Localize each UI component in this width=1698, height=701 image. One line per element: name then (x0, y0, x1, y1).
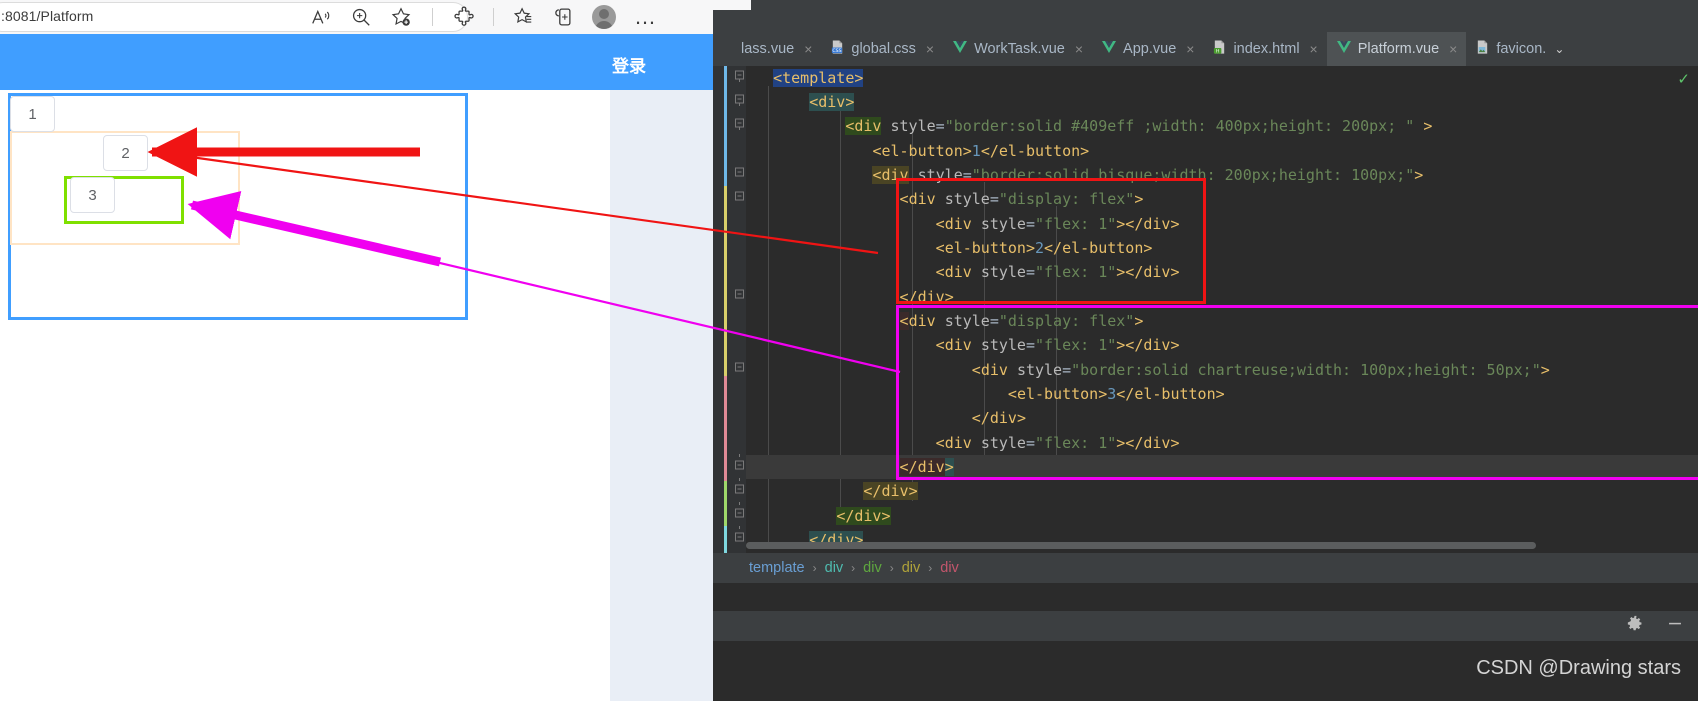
ide-top-strip (713, 0, 1698, 32)
fold-marker-column[interactable] (733, 66, 746, 553)
editor-tab-label: App.vue (1123, 41, 1177, 57)
code-line: <div> (809, 93, 855, 111)
svg-text:CSS: CSS (833, 48, 842, 54)
css-file-icon: CSS (830, 39, 845, 59)
login-link[interactable]: 登录 (612, 52, 646, 77)
image-file-icon (1475, 39, 1490, 59)
breadcrumb-item-div-3[interactable]: div (902, 560, 921, 576)
breadcrumb-separator: › (851, 561, 856, 575)
code-line: </div> (863, 482, 918, 500)
close-icon[interactable]: × (926, 41, 934, 57)
favorites-icon[interactable] (512, 6, 534, 28)
read-aloud-icon[interactable] (310, 6, 332, 28)
browser-window: :8081/Platform … 登录 1 2 3 (0, 0, 713, 701)
breadcrumb-item-template[interactable]: template (749, 560, 805, 576)
vue-file-icon (1101, 40, 1117, 58)
editor-tab-app-vue[interactable]: App.vue × (1092, 32, 1203, 66)
color-stripe-yellow (724, 186, 727, 376)
editor-tab-label: Platform.vue (1357, 41, 1440, 57)
minimize-icon[interactable] (1666, 615, 1684, 637)
editor-tab-label: global.css (851, 41, 916, 57)
csdn-watermark: CSDN @Drawing stars (1476, 657, 1681, 679)
code-line: <div style="border:solid #409eff ;width:… (845, 117, 1433, 135)
editor-tab-label: favicon. (1496, 41, 1547, 57)
browser-toolbar-icons: … (310, 0, 657, 34)
el-button-2[interactable]: 2 (103, 135, 148, 171)
watermark-row: CSDN @Drawing stars (713, 641, 1698, 701)
el-button-3[interactable]: 3 (70, 177, 115, 213)
editor-tab-global-css[interactable]: CSS global.css × (821, 32, 943, 66)
app-page-right-strip (610, 90, 713, 701)
inspection-ok-icon[interactable]: ✓ (1677, 70, 1690, 88)
html-file-icon: H (1212, 39, 1227, 59)
close-icon[interactable]: × (1186, 41, 1194, 57)
app-header-bar (0, 34, 713, 90)
breadcrumb: template › div › div › div › div (713, 553, 1698, 583)
add-favorite-icon[interactable] (390, 6, 412, 28)
extension-puzzle-icon[interactable] (453, 6, 475, 28)
code-line: <template> (773, 69, 864, 87)
profile-avatar[interactable] (592, 5, 616, 29)
chevron-down-icon[interactable]: ⌄ (1554, 42, 1564, 56)
magenta-highlight-box (896, 305, 1698, 480)
breadcrumb-item-div-2[interactable]: div (863, 560, 882, 576)
zoom-icon[interactable] (350, 6, 372, 28)
editor-tab-label: WorkTask.vue (974, 41, 1065, 57)
ide-lower-gap (713, 583, 1698, 611)
color-stripe-blue (724, 66, 727, 186)
editor-tab-label: index.html (1233, 41, 1300, 57)
breadcrumb-item-div-4[interactable]: div (940, 560, 959, 576)
settings-gear-icon[interactable] (1627, 615, 1644, 637)
code-line: </div> (836, 507, 891, 525)
close-icon[interactable]: × (1310, 41, 1318, 57)
breadcrumb-item-div-1[interactable]: div (825, 560, 844, 576)
code-line: <el-button>1</el-button> (872, 142, 1090, 160)
editor-horizontal-scrollbar[interactable] (746, 542, 1536, 549)
toolbar-divider (432, 8, 433, 26)
editor-tab-worktask-vue[interactable]: WorkTask.vue × (943, 32, 1092, 66)
editor-tab-platform-vue[interactable]: Platform.vue × (1326, 32, 1467, 66)
ide-status-bar (713, 611, 1698, 641)
toolbar-divider-2 (493, 8, 494, 26)
ide-top-strip-notch (713, 0, 751, 10)
breadcrumb-separator: › (812, 561, 817, 575)
breadcrumb-separator: › (928, 561, 933, 575)
collections-icon[interactable] (552, 6, 574, 28)
close-icon[interactable]: × (804, 41, 812, 57)
breadcrumb-separator: › (889, 561, 894, 575)
editor-tab-lass-vue[interactable]: lass.vue × (713, 32, 821, 66)
red-highlight-box (896, 178, 1206, 304)
close-icon[interactable]: × (1075, 41, 1083, 57)
color-stripe-pink (724, 376, 727, 481)
editor-tab-bar: lass.vue × CSS global.css × WorkTask.vue… (713, 32, 1698, 66)
editor-tab-favicon[interactable]: favicon. ⌄ (1466, 32, 1573, 66)
browser-toolbar: :8081/Platform … (0, 0, 713, 34)
color-stripe-green (724, 481, 727, 526)
editor-tab-label: lass.vue (741, 41, 795, 57)
editor-tab-index-html[interactable]: H index.html × (1203, 32, 1326, 66)
el-button-1[interactable]: 1 (10, 96, 55, 132)
more-settings-icon[interactable]: … (634, 6, 657, 28)
close-icon[interactable]: × (1449, 41, 1457, 57)
svg-text:H: H (1216, 48, 1220, 54)
screenshot-root: :8081/Platform … 登录 1 2 3 lass.vue × CSS… (0, 0, 1698, 701)
color-stripe-cyan (724, 526, 727, 553)
ide-window: lass.vue × CSS global.css × WorkTask.vue… (713, 0, 1698, 701)
vue-file-icon (1336, 40, 1352, 58)
vue-file-icon (952, 40, 968, 58)
address-bar-text: :8081/Platform (1, 8, 94, 24)
